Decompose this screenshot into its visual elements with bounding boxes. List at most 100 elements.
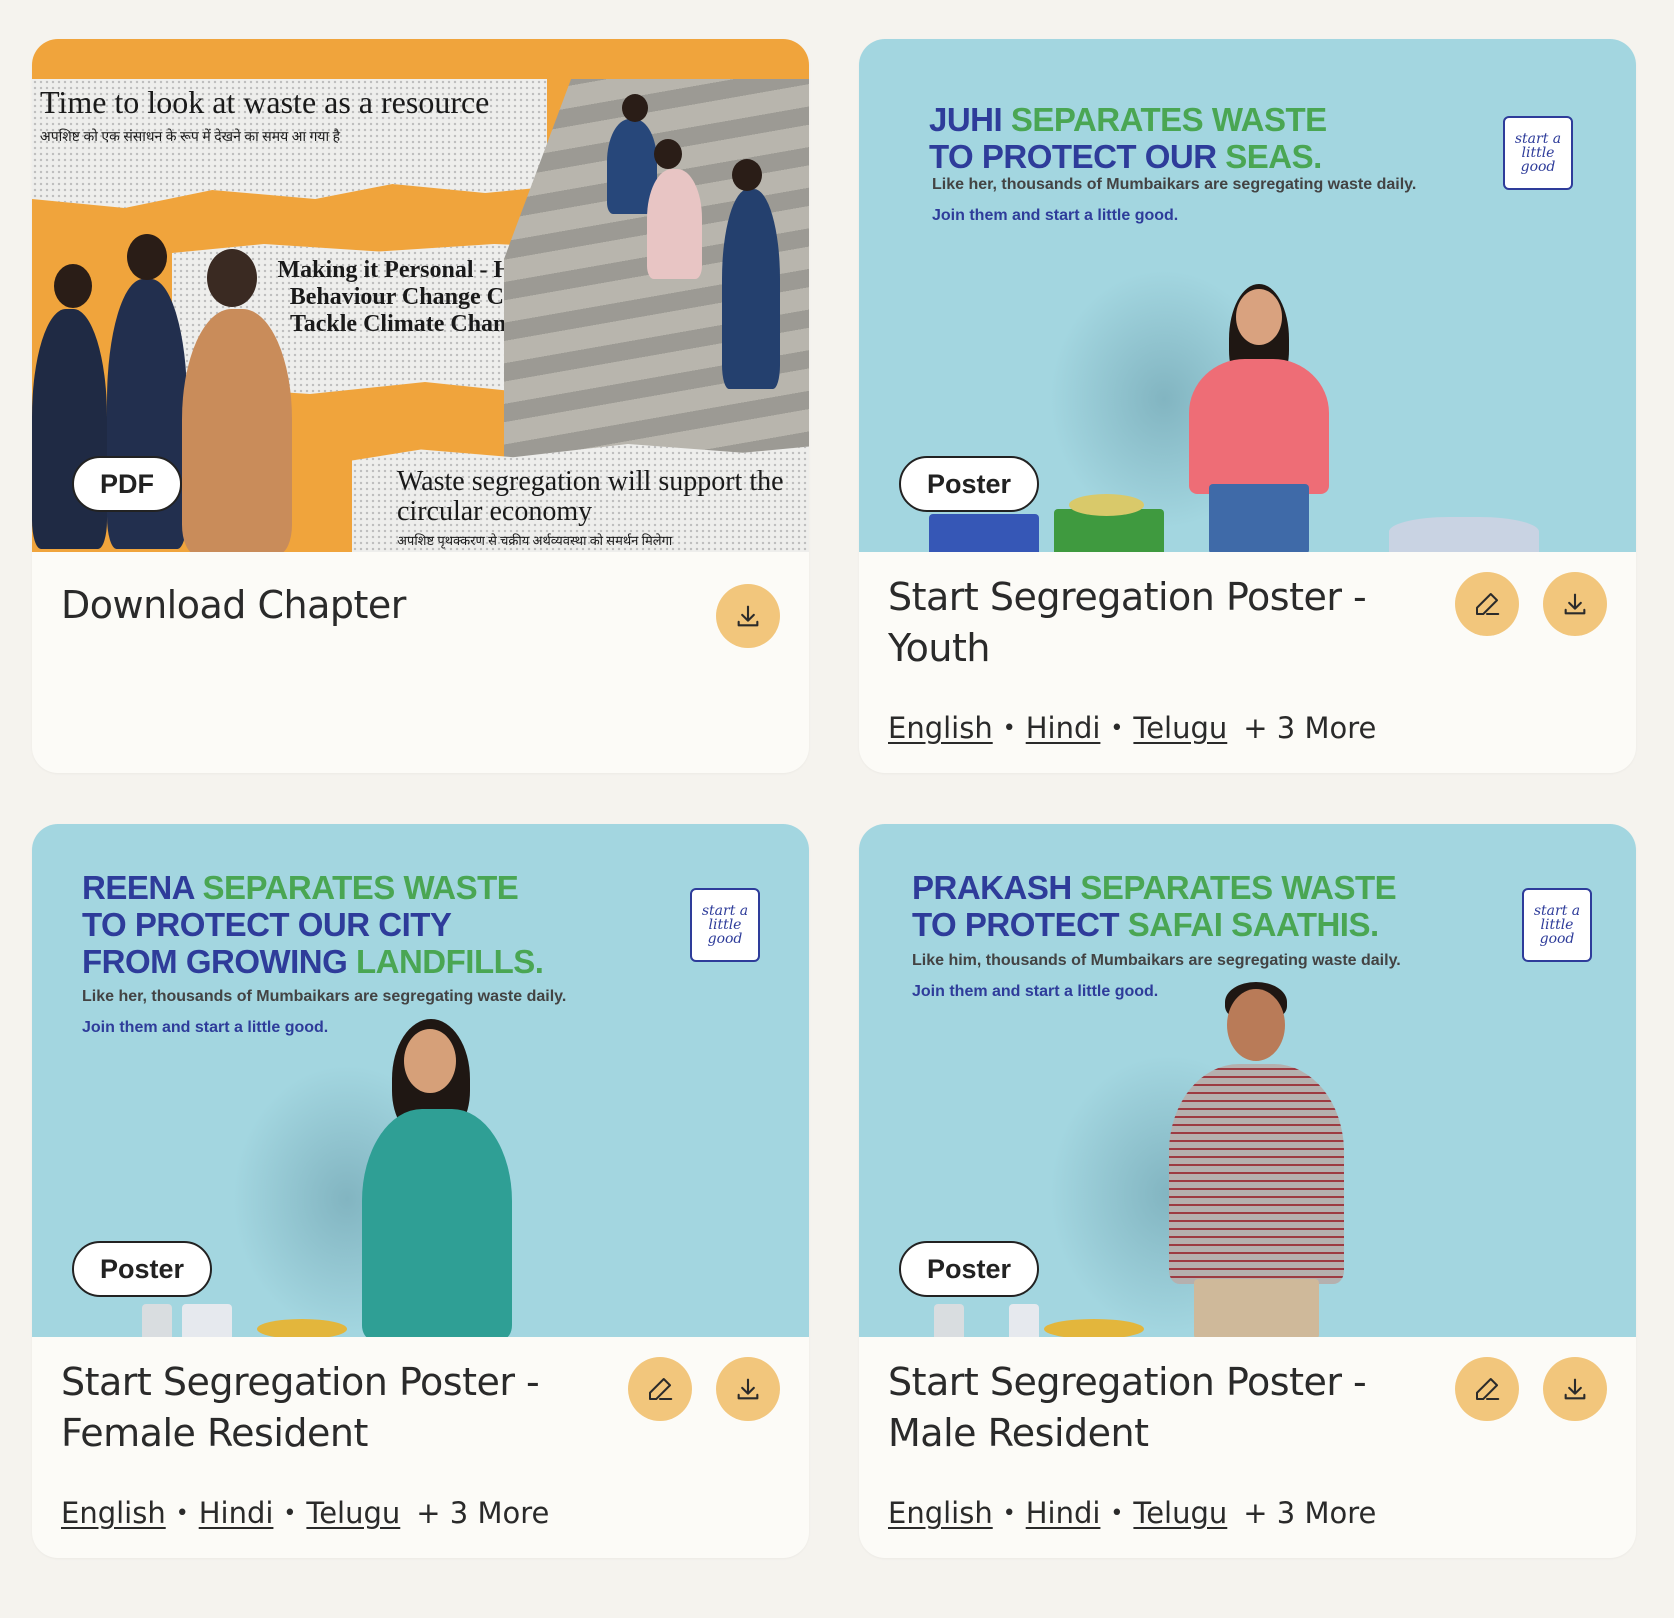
poster-join: Join them and start a little good. bbox=[82, 1019, 329, 1036]
separator: • bbox=[1110, 715, 1124, 741]
language-link-english[interactable]: English bbox=[61, 1496, 166, 1530]
bottle bbox=[934, 1304, 964, 1337]
card-thumbnail[interactable]: JUHI SEPARATES WASTE TO PROTECT OUR SEAS… bbox=[859, 39, 1636, 552]
poster-name: JUHI bbox=[929, 101, 1003, 138]
wet-waste bbox=[1044, 1319, 1144, 1337]
download-icon bbox=[1564, 593, 1586, 615]
student-figure bbox=[722, 189, 780, 389]
bottle bbox=[1009, 1304, 1039, 1337]
separator: • bbox=[1002, 715, 1016, 741]
poster-subline: Like her, thousands of Mumbaikars are se… bbox=[82, 988, 567, 1005]
card-title[interactable]: Start Segregation Poster - Youth bbox=[888, 572, 1408, 674]
edit-button[interactable] bbox=[1455, 1357, 1519, 1421]
more-languages[interactable]: + 3 More bbox=[1243, 1496, 1376, 1530]
poster-subline: Like him, thousands of Mumbaikars are se… bbox=[912, 952, 1401, 969]
separator: • bbox=[283, 1500, 297, 1526]
language-links: English • Hindi • Telugu + 3 More bbox=[888, 711, 1376, 745]
type-badge: Poster bbox=[899, 1241, 1040, 1297]
language-link-english[interactable]: English bbox=[888, 711, 993, 745]
language-links: English • Hindi • Telugu + 3 More bbox=[888, 1496, 1376, 1530]
poster-headline: PRAKASH SEPARATES WASTE TO PROTECT SAFAI… bbox=[912, 869, 1397, 943]
student-figure bbox=[647, 169, 702, 279]
resource-card-female[interactable]: REENA SEPARATES WASTE TO PROTECT OUR CIT… bbox=[32, 824, 809, 1558]
more-languages[interactable]: + 3 More bbox=[416, 1496, 549, 1530]
figure-head bbox=[404, 1029, 456, 1093]
brand-logo: start a little good bbox=[1522, 888, 1592, 962]
card-title[interactable]: Start Segregation Poster - Female Reside… bbox=[61, 1357, 581, 1459]
card-thumbnail[interactable]: REENA SEPARATES WASTE TO PROTECT OUR CIT… bbox=[32, 824, 809, 1337]
poster-name: PRAKASH bbox=[912, 869, 1072, 906]
more-languages[interactable]: + 3 More bbox=[1243, 711, 1376, 745]
clipping-hindi: अपशिष्ट पृथक्करण से चक्रीय अर्थव्यवस्था … bbox=[397, 533, 673, 548]
card-thumbnail[interactable]: PRAKASH SEPARATES WASTE TO PROTECT SAFAI… bbox=[859, 824, 1636, 1337]
poster-headline: JUHI SEPARATES WASTE TO PROTECT OUR SEAS… bbox=[929, 101, 1327, 175]
download-button[interactable] bbox=[1543, 1357, 1607, 1421]
card-info: Start Segregation Poster - Youth English… bbox=[859, 552, 1636, 773]
resource-card-youth[interactable]: JUHI SEPARATES WASTE TO PROTECT OUR SEAS… bbox=[859, 39, 1636, 773]
figure-head bbox=[1236, 289, 1282, 345]
teacher-figure bbox=[182, 309, 292, 552]
download-icon bbox=[737, 605, 759, 627]
figure-body bbox=[362, 1109, 512, 1337]
language-links: English • Hindi • Telugu + 3 More bbox=[61, 1496, 549, 1530]
figure-body bbox=[1169, 1064, 1344, 1284]
figure-body bbox=[1189, 359, 1329, 494]
language-link-english[interactable]: English bbox=[888, 1496, 993, 1530]
wet-waste bbox=[257, 1319, 347, 1337]
card-info: Download Chapter bbox=[32, 552, 809, 773]
clipping-headline: Time to look at waste as a resource bbox=[40, 84, 490, 120]
separator: • bbox=[1110, 1500, 1124, 1526]
language-link-telugu[interactable]: Telugu bbox=[1133, 711, 1227, 745]
poster-headline: REENA SEPARATES WASTE TO PROTECT OUR CIT… bbox=[82, 869, 544, 980]
brand-logo: start a little good bbox=[690, 888, 760, 962]
pencil-icon bbox=[1476, 1378, 1500, 1400]
download-icon bbox=[737, 1378, 759, 1400]
pencil-icon bbox=[1476, 593, 1500, 615]
download-button[interactable] bbox=[716, 1357, 780, 1421]
separator: • bbox=[175, 1500, 189, 1526]
bottle bbox=[142, 1304, 172, 1337]
type-badge: Poster bbox=[899, 456, 1040, 512]
card-info: Start Segregation Poster - Male Resident… bbox=[859, 1337, 1636, 1558]
figure-legs bbox=[1209, 484, 1309, 552]
wet-waste bbox=[1069, 494, 1144, 516]
bottle bbox=[182, 1304, 232, 1337]
student-head bbox=[622, 94, 648, 122]
language-link-telugu[interactable]: Telugu bbox=[1133, 1496, 1227, 1530]
pencil-icon bbox=[649, 1378, 673, 1400]
language-link-hindi[interactable]: Hindi bbox=[1026, 711, 1101, 745]
card-title[interactable]: Download Chapter bbox=[61, 580, 581, 631]
resource-card-chapter[interactable]: Time to look at waste as a resource अपशि… bbox=[32, 39, 809, 773]
clipping-hindi: अपशिष्ट को एक संसाधन के रूप में देखने का… bbox=[40, 130, 341, 145]
language-link-telugu[interactable]: Telugu bbox=[306, 1496, 400, 1530]
download-button[interactable] bbox=[1543, 572, 1607, 636]
separator: • bbox=[1002, 1500, 1016, 1526]
card-thumbnail[interactable]: Time to look at waste as a resource अपशि… bbox=[32, 39, 809, 552]
download-icon bbox=[1564, 1378, 1586, 1400]
teacher-head bbox=[207, 249, 257, 307]
type-badge: Poster bbox=[72, 1241, 213, 1297]
language-link-hindi[interactable]: Hindi bbox=[1026, 1496, 1101, 1530]
card-title[interactable]: Start Segregation Poster - Male Resident bbox=[888, 1357, 1408, 1459]
poster-subline: Like her, thousands of Mumbaikars are se… bbox=[932, 176, 1417, 193]
download-button[interactable] bbox=[716, 584, 780, 648]
dry-waste bbox=[1389, 517, 1539, 552]
type-badge: PDF bbox=[72, 456, 182, 512]
clipping-headline: Waste segregation will support the circu… bbox=[397, 466, 784, 527]
student-head bbox=[732, 159, 762, 191]
student-figure bbox=[32, 309, 107, 549]
edit-button[interactable] bbox=[1455, 572, 1519, 636]
resource-grid: Time to look at waste as a resource अपशि… bbox=[0, 0, 1674, 1618]
resource-card-male[interactable]: PRAKASH SEPARATES WASTE TO PROTECT SAFAI… bbox=[859, 824, 1636, 1558]
edit-button[interactable] bbox=[628, 1357, 692, 1421]
brand-logo: start a little good bbox=[1503, 116, 1573, 190]
figure-legs bbox=[1194, 1279, 1319, 1337]
poster-join: Join them and start a little good. bbox=[912, 983, 1159, 1000]
poster-join: Join them and start a little good. bbox=[932, 207, 1179, 224]
card-info: Start Segregation Poster - Female Reside… bbox=[32, 1337, 809, 1558]
poster-name: REENA bbox=[82, 869, 194, 906]
figure-head bbox=[1227, 989, 1285, 1061]
student-head bbox=[127, 234, 167, 280]
student-head bbox=[54, 264, 92, 308]
language-link-hindi[interactable]: Hindi bbox=[199, 1496, 274, 1530]
